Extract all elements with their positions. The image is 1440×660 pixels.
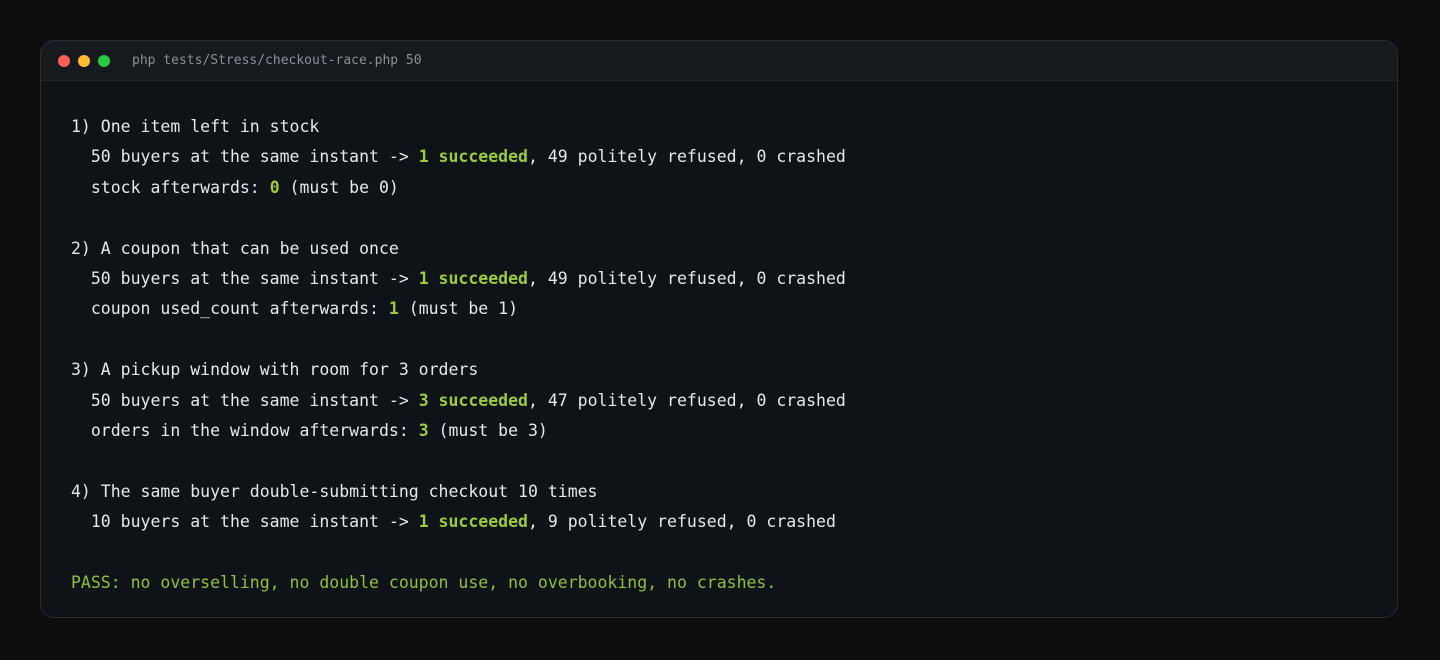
terminal-window: php tests/Stress/checkout-race.php 50 1)… xyxy=(40,40,1398,618)
title-bar: php tests/Stress/checkout-race.php 50 xyxy=(41,41,1397,81)
heading-text: 2) A coupon that can be used once xyxy=(71,238,399,258)
check-value: 3 xyxy=(418,420,429,440)
succeeded-count: 1 succeeded xyxy=(418,147,528,167)
check-prefix: stock afterwards: xyxy=(71,177,270,197)
section-heading: 3) A pickup window with room for 3 order… xyxy=(71,355,1397,385)
succeeded-count: 1 succeeded xyxy=(418,268,528,288)
succeeded-count: 3 succeeded xyxy=(418,390,528,410)
run-prefix: 50 buyers at the same instant -> xyxy=(71,268,419,288)
maximize-button[interactable] xyxy=(98,54,110,67)
run-result-line: 50 buyers at the same instant -> 3 succe… xyxy=(71,386,1397,416)
check-suffix: (must be 1) xyxy=(398,299,519,319)
check-line: stock afterwards: 0 (must be 0) xyxy=(71,173,1397,203)
check-suffix: (must be 0) xyxy=(279,177,399,197)
section-heading: 2) A coupon that can be used once xyxy=(71,234,1397,264)
run-suffix: , 49 politely refused, 0 crashed xyxy=(527,268,846,288)
run-prefix: 50 buyers at the same instant -> xyxy=(71,390,419,410)
check-suffix: (must be 3) xyxy=(428,420,548,440)
run-result-line: 10 buyers at the same instant -> 1 succe… xyxy=(71,507,1397,537)
minimize-button[interactable] xyxy=(78,54,90,67)
check-value: 1 xyxy=(388,299,399,319)
run-result-line: 50 buyers at the same instant -> 1 succe… xyxy=(71,264,1397,294)
check-value: 0 xyxy=(269,177,280,197)
run-prefix: 50 buyers at the same instant -> xyxy=(71,147,419,167)
heading-text: 3) A pickup window with room for 3 order… xyxy=(71,360,479,380)
run-result-line: 50 buyers at the same instant -> 1 succe… xyxy=(71,142,1397,172)
run-suffix: , 47 politely refused, 0 crashed xyxy=(527,390,846,410)
check-line: coupon used_count afterwards: 1 (must be… xyxy=(71,294,1397,324)
check-prefix: coupon used_count afterwards: xyxy=(71,299,389,319)
pass-summary-line: PASS: no overselling, no double coupon u… xyxy=(71,572,777,592)
check-line: orders in the window afterwards: 3 (must… xyxy=(71,416,1397,446)
check-prefix: orders in the window afterwards: xyxy=(71,420,419,440)
run-prefix: 10 buyers at the same instant -> xyxy=(71,512,419,532)
close-button[interactable] xyxy=(58,54,70,67)
section-heading: 4) The same buyer double-submitting chec… xyxy=(71,477,1397,507)
run-suffix: , 9 politely refused, 0 crashed xyxy=(527,512,836,532)
succeeded-count: 1 succeeded xyxy=(418,512,528,532)
window-title: php tests/Stress/checkout-race.php 50 xyxy=(132,53,422,68)
run-suffix: , 49 politely refused, 0 crashed xyxy=(527,147,846,167)
heading-text: 4) The same buyer double-submitting chec… xyxy=(71,481,598,501)
section-heading: 1) One item left in stock xyxy=(71,112,1397,142)
heading-text: 1) One item left in stock xyxy=(71,117,320,136)
terminal-output: 1) One item left in stock 50 buyers at t… xyxy=(41,81,1397,598)
